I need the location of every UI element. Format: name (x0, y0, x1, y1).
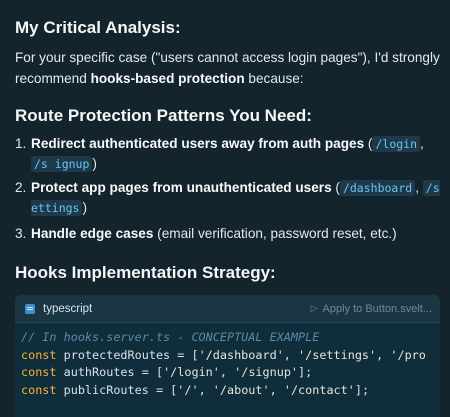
apply-button[interactable]: ▷ Apply to Button.svelt... (311, 303, 432, 315)
play-icon: ▷ (310, 303, 318, 313)
intro-text-after: because: (244, 71, 304, 86)
list-number: 2. (15, 180, 27, 195)
list-number: 3. (15, 226, 27, 241)
list-item-bold: Redirect authenticated users away from a… (31, 136, 365, 151)
separator: , (415, 180, 423, 195)
code-content: // In hooks.server.ts - CONCEPTUAL EXAMP… (15, 323, 440, 417)
intro-paragraph: For your specific case ("users cannot ac… (15, 47, 444, 89)
list-item: 3. Handle edge cases (email verification,… (15, 224, 444, 244)
code-line: // In hooks.server.ts - CONCEPTUAL EXAMP… (21, 330, 320, 344)
paren-close: ) (82, 200, 87, 215)
list-item: 1. Redirect authenticated users away from… (15, 134, 444, 174)
route-code-login: /login (372, 136, 421, 152)
paren-open: ( (331, 180, 340, 195)
code-line: const publicRoutes = ['/', '/about', '/c… (21, 382, 370, 397)
heading-critical-analysis: My Critical Analysis: (15, 18, 181, 37)
list-item-rest: (email verification, password reset, etc… (153, 226, 397, 241)
paren-close: ) (92, 156, 97, 171)
list-item: 2. Protect app pages from unauthenticated… (15, 178, 444, 218)
code-line: const authRoutes = ['/login', '/signup']… (21, 365, 313, 379)
list-number: 1. (15, 136, 27, 151)
intro-bold: hooks-based protection (90, 71, 245, 86)
list-item-bold: Protect app pages from unauthenticated u… (31, 180, 332, 195)
route-code-signup: /s ignup (31, 156, 93, 172)
typescript-file-icon (25, 303, 35, 314)
separator: , (420, 136, 424, 151)
code-line: const protectedRoutes = ['/dashboard', '… (21, 347, 426, 362)
list-item-bold: Handle edge cases (31, 226, 154, 241)
code-language-label: typescript (43, 302, 93, 315)
heading-hooks-strategy: Hooks Implementation Strategy: (15, 263, 276, 282)
code-block-header: typescript ▷ Apply to Button.svelt... (15, 295, 440, 323)
heading-route-protection: Route Protection Patterns You Need: (15, 106, 312, 125)
route-code-dashboard: /dashboard (339, 180, 416, 196)
apply-button-label: Apply to Button.svelt... (322, 302, 432, 315)
code-block: typescript ▷ Apply to Button.svelt... //… (15, 295, 440, 417)
